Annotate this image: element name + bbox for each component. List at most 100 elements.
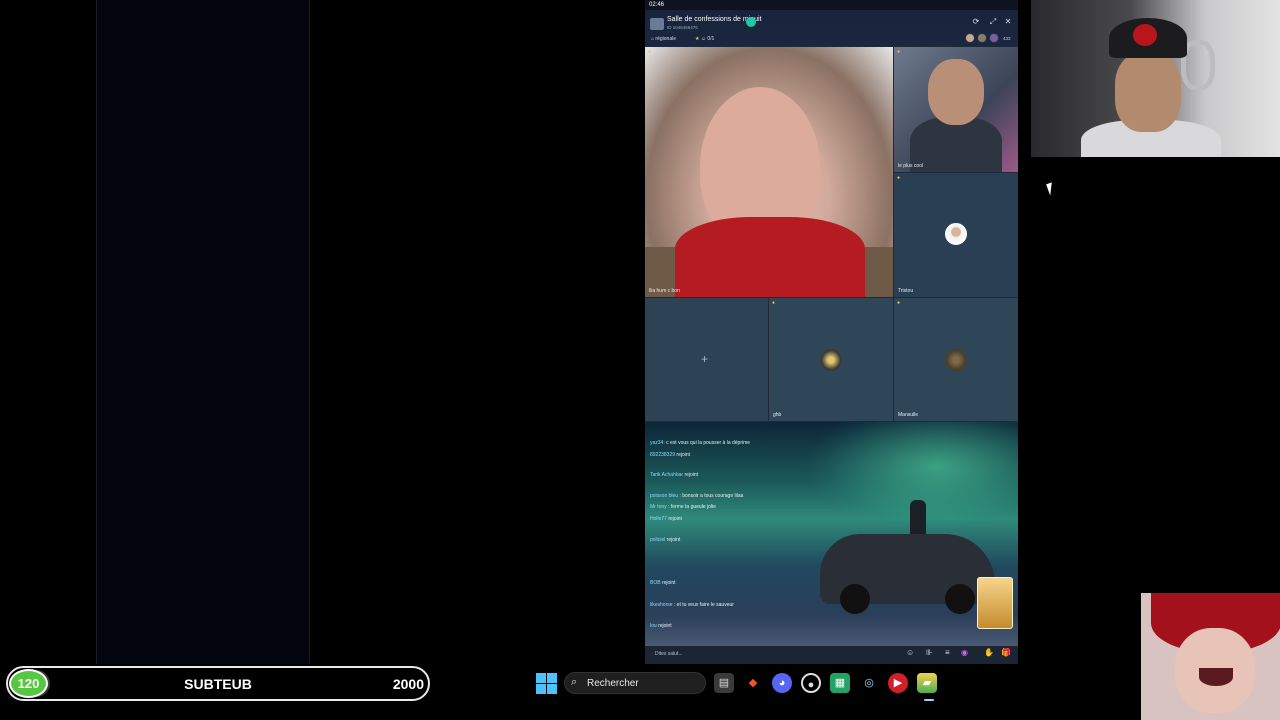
tile-name: llia hum c bon	[649, 288, 680, 294]
sub-goal-target: 2000	[392, 676, 424, 692]
chat-text: rejoint	[660, 580, 676, 586]
search-icon: ⌕	[571, 676, 578, 688]
chat-message: likeshorse : et tu veux faire le sauveur	[650, 602, 734, 608]
viewer-avatar[interactable]	[989, 33, 999, 43]
meme-mouth	[1199, 668, 1233, 686]
chat-area[interactable]: yaz34: c est vous qui la pousser à la dé…	[645, 422, 1018, 664]
chat-message: lou rejoint	[650, 623, 672, 629]
chat-username[interactable]: poisson bleu	[650, 493, 678, 499]
file-explorer-icon[interactable]: ▤	[714, 673, 734, 693]
search-placeholder: Rechercher	[587, 678, 639, 689]
guest-body	[910, 117, 1002, 172]
audio-tile-ghb[interactable]: ● ghb	[769, 298, 893, 421]
viewer-count[interactable]: 433	[1003, 36, 1011, 41]
star-icon: ★	[695, 36, 700, 42]
chat-text: rejoint	[656, 623, 672, 629]
left-dark-panel	[96, 0, 310, 664]
gift-promo-card[interactable]	[977, 577, 1013, 629]
chat-username[interactable]: Mr tony	[650, 504, 667, 510]
mouse-cursor-icon	[1046, 182, 1056, 196]
spreadsheet-icon[interactable]: ▦	[830, 673, 850, 693]
chat-text: : et tu veux faire le sauveur	[672, 602, 734, 608]
video-tile-guest[interactable]: ● le plus cool	[894, 47, 1018, 172]
video-tile-host[interactable]: ● llia hum c bon	[645, 47, 893, 297]
close-icon[interactable]: ✕	[1003, 17, 1013, 26]
chat-text: : c est vous qui la pousser à la déprime	[663, 440, 751, 446]
brave-icon[interactable]: ◆	[743, 673, 763, 693]
badge-icon: ●	[648, 49, 652, 55]
car-wheel	[945, 584, 975, 614]
viewer-avatar[interactable]	[965, 33, 975, 43]
follow-room-button[interactable]	[746, 17, 756, 27]
tile-name: Tristou	[898, 288, 914, 294]
chat-message: 892238329 rejoint	[650, 452, 690, 458]
audio-tile-mansulle[interactable]: ● Mansulle	[894, 298, 1018, 421]
chat-text: rejoint	[675, 452, 691, 458]
background-person	[910, 500, 926, 538]
webcam-face	[1115, 52, 1181, 132]
room-id: ID 1046456476	[667, 25, 698, 30]
live-room-app: 02:46 Salle de confessions de minuit ID …	[645, 0, 1018, 664]
discord-icon[interactable]: ◕	[772, 673, 792, 693]
chat-message: BOB rejoint	[650, 580, 676, 586]
windows-taskbar: ⌕ Rechercher ▤ ◆ ◕ ● ▦ ◎ ▶ ▰	[430, 664, 1141, 704]
mic-icon[interactable]: ⊪	[926, 648, 933, 657]
tile-name: ghb	[773, 412, 782, 418]
guest-head	[928, 59, 984, 125]
chat-message: policiel rejoint	[650, 537, 680, 543]
star-count: 0/1	[707, 36, 715, 42]
chat-username[interactable]: 892238329	[650, 452, 675, 458]
empty-seat-tile[interactable]: +	[645, 298, 768, 421]
gift-icon[interactable]: 🎁	[1001, 648, 1011, 657]
sub-goal-label: SUBTEUB	[184, 676, 252, 692]
chat-text: rejoint	[666, 516, 682, 522]
menu-icon[interactable]: ≡	[945, 648, 950, 657]
chat-username[interactable]: policiel	[650, 537, 665, 543]
tile-name: le plus cool	[898, 163, 924, 169]
chat-username[interactable]: yaz34	[650, 440, 663, 446]
chat-message: Mr tony : ferme ta gueule jolie	[650, 504, 716, 510]
sub-goal-current: 120	[9, 669, 48, 698]
viewer-avatar[interactable]	[977, 33, 987, 43]
steam-icon[interactable]: ◎	[859, 673, 879, 693]
share-icon[interactable]: ⟳	[971, 17, 981, 26]
badge-icon: ●	[897, 300, 901, 306]
windows-start-icon[interactable]	[536, 673, 558, 695]
minimize-icon[interactable]: ⤢	[988, 17, 998, 27]
chat-input[interactable]: Dites salut...	[655, 651, 683, 657]
chat-message: yaz34: c est vous qui la pousser à la dé…	[650, 440, 750, 446]
chat-username[interactable]: Hollo77	[650, 516, 667, 522]
badge-icon: ●	[897, 49, 901, 55]
chat-text: : ferme ta gueule jolie	[666, 504, 716, 510]
room-thumbnail[interactable]	[650, 18, 664, 30]
chat-username[interactable]: lou	[650, 623, 657, 629]
chat-message: Tarik Achahbar rejoint	[650, 472, 698, 478]
taskbar-search[interactable]: ⌕ Rechercher	[564, 672, 706, 694]
star-tag[interactable]: ★ ☺ 0/1	[695, 36, 714, 42]
sub-goal-bar: 120 SUBTEUB 2000	[6, 666, 430, 701]
region-tag[interactable]: ⌂ régionale	[651, 36, 676, 42]
avatar	[945, 349, 967, 371]
cap-logo	[1133, 24, 1157, 46]
chat-text: rejoint	[683, 472, 699, 478]
chat-username[interactable]: likeshorse	[650, 602, 673, 608]
car-wheel	[840, 584, 870, 614]
tile-name: Mansulle	[898, 412, 919, 418]
emoji-icon[interactable]: ☺	[906, 648, 914, 657]
host-scarf	[675, 217, 865, 297]
status-time: 02:46	[649, 2, 665, 8]
games-icon[interactable]: ◉	[961, 648, 968, 657]
youtube-icon[interactable]: ▶	[888, 673, 908, 693]
obs-icon[interactable]: ●	[801, 673, 821, 693]
audio-tile-tristou[interactable]: ● Tristou	[894, 173, 1018, 297]
chat-username[interactable]: Tarik Achahbar	[650, 472, 683, 478]
avatar	[945, 223, 967, 245]
hand-icon[interactable]: ✋	[984, 648, 994, 657]
chat-text: : bonsoir a tous courage lilaa	[678, 493, 744, 499]
chat-message: Hollo77 rejoint	[650, 516, 682, 522]
status-bar: 02:46	[645, 0, 1018, 10]
chat-username[interactable]: BOB	[650, 580, 661, 586]
active-app-indicator	[924, 699, 934, 701]
room-header: Salle de confessions de minuit ID 104645…	[645, 10, 1018, 46]
app-icon[interactable]: ▰	[917, 673, 937, 693]
